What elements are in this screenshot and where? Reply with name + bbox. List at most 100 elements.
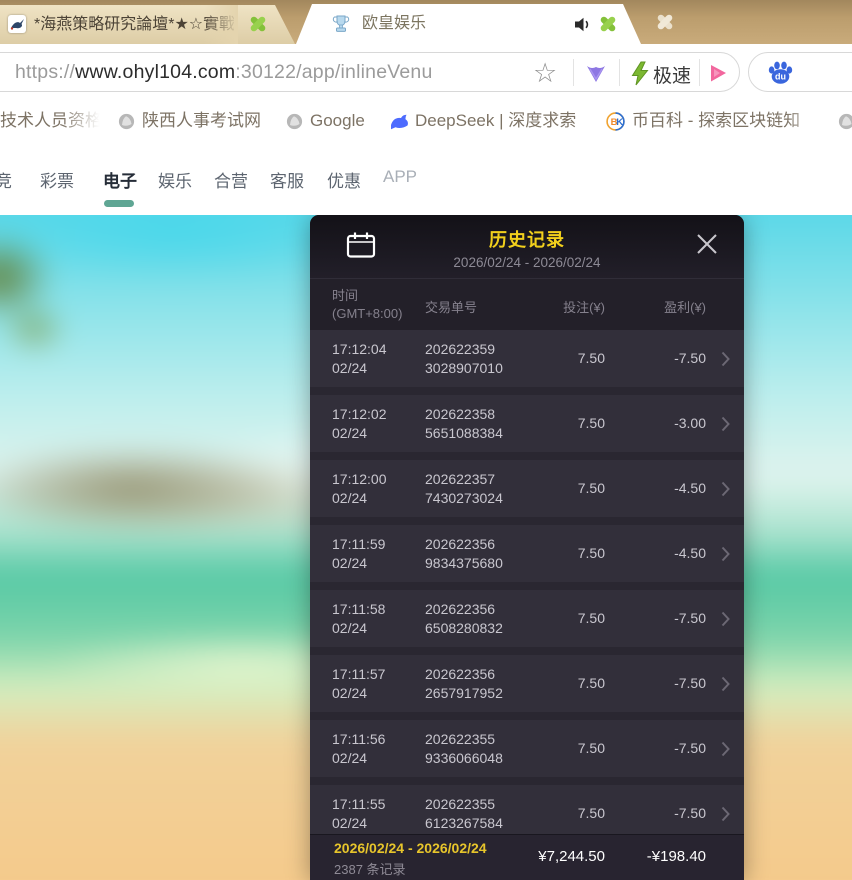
nav-item-partner[interactable]: 合营 (214, 167, 248, 192)
table-row[interactable]: 17:11:56 02/24 202622355 9336066048 7.50 -… (310, 720, 744, 777)
col-bet: 投注(¥) (563, 300, 605, 315)
cell-time: 17:12:02 02/24 (332, 406, 387, 441)
table-row[interactable]: 17:11:58 02/24 202622356 6508280832 7.50 -… (310, 590, 744, 647)
globe-icon (838, 113, 852, 135)
globe-icon (118, 113, 135, 135)
speed-mode-label[interactable]: 极速 (653, 61, 691, 88)
cell-time: 17:12:00 02/24 (332, 471, 387, 506)
cell-order-id: 202622357 7430273024 (425, 471, 503, 506)
divider (619, 59, 620, 86)
cell-profit: -7.50 (674, 805, 706, 821)
cell-order-id: 202622358 5651088384 (425, 406, 503, 441)
cell-profit: -7.50 (674, 350, 706, 366)
cell-time: 17:11:59 02/24 (332, 536, 386, 571)
chevron-right-icon (721, 546, 730, 567)
active-tab-underline (104, 200, 134, 207)
browser-window: *海燕策略研究論壇*★☆實戰 欧皇娱乐 https://www.ohyl104.… (0, 0, 852, 880)
cell-profit: -4.50 (674, 545, 706, 561)
site-nav: 电竞 彩票 电子 娱乐 合营 客服 优惠 APP (0, 143, 852, 215)
url-protocol: https:// (15, 61, 76, 83)
nav-item-app[interactable]: APP (383, 167, 417, 187)
cell-bet: 7.50 (577, 610, 605, 626)
chevron-right-icon (721, 676, 730, 697)
chevron-right-icon (721, 806, 730, 827)
divider (699, 59, 700, 86)
green-cross-icon[interactable] (248, 14, 268, 39)
calendar-icon[interactable] (346, 231, 376, 264)
bookmark-item[interactable]: 陕西人事考试网 (142, 100, 261, 142)
footer-record-count: 2387 条记录 (334, 862, 406, 877)
tab-haiyan[interactable]: *海燕策略研究論壇*★☆實戰 (0, 5, 295, 44)
chevron-right-icon (721, 611, 730, 632)
modal-header: 历史记录 2026/02/24 - 2026/02/24 (310, 215, 744, 278)
speed-lightning-icon[interactable] (629, 61, 651, 91)
cell-profit: -4.50 (674, 480, 706, 496)
url-path: :30122/app/inlineVenu (235, 61, 433, 83)
cell-profit: -7.50 (674, 610, 706, 626)
summary-footer: 2026/02/24 - 2026/02/24 2387 条记录 ¥7,244.… (310, 834, 744, 880)
cell-bet: 7.50 (577, 675, 605, 691)
baidu-paw-icon[interactable]: du (767, 60, 794, 91)
bk-coin-icon: B K (606, 112, 625, 136)
col-time: 时间 (GMT+8:00) (332, 288, 403, 321)
history-modal: 历史记录 2026/02/24 - 2026/02/24 时间 (GMT+8:00… (310, 215, 744, 880)
url-host: www.ohyl104.com (75, 61, 236, 83)
cell-order-id: 202622355 9336066048 (425, 731, 503, 766)
speaker-audio-icon[interactable] (574, 17, 592, 37)
chevron-right-icon (721, 481, 730, 502)
globe-icon (286, 113, 303, 135)
close-icon[interactable] (694, 231, 720, 262)
footer-total-bet: ¥7,244.50 (538, 848, 605, 865)
divider (573, 59, 574, 86)
bookmark-fade (62, 100, 106, 142)
table-row[interactable]: 17:11:59 02/24 202622356 9834375680 7.50 -… (310, 525, 744, 582)
col-profit: 盈利(¥) (664, 300, 706, 315)
cell-order-id: 202622359 3028907010 (425, 341, 503, 376)
nav-item-esports[interactable]: 电竞 (0, 167, 12, 192)
nav-item-service[interactable]: 客服 (270, 167, 304, 192)
chevron-right-icon (721, 351, 730, 372)
bookmark-item[interactable]: Google (310, 100, 365, 142)
svg-text:du: du (775, 72, 786, 82)
adblock-shield-icon[interactable] (585, 62, 607, 89)
trophy-favicon-icon (332, 14, 350, 39)
nav-item-lottery[interactable]: 彩票 (40, 167, 74, 192)
cell-order-id: 202622356 9834375680 (425, 536, 503, 571)
col-order: 交易单号 (425, 300, 478, 315)
cell-bet: 7.50 (577, 740, 605, 756)
url-text[interactable]: https://www.ohyl104.com:30122/app/inline… (15, 61, 433, 84)
cell-bet: 7.50 (577, 350, 605, 366)
table-row[interactable]: 17:12:00 02/24 202622357 7430273024 7.50 -… (310, 460, 744, 517)
search-box[interactable]: du (748, 52, 852, 92)
omnibox[interactable]: https://www.ohyl104.com:30122/app/inline… (0, 52, 740, 92)
tab-ouhuang-active[interactable]: 欧皇娱乐 (296, 4, 641, 44)
table-header: 时间 (GMT+8:00) 交易单号 投注(¥) 盈利(¥) (310, 278, 744, 330)
cell-profit: -7.50 (674, 675, 706, 691)
nav-item-slots-active[interactable]: 电子 (103, 167, 137, 192)
bookmark-star-icon[interactable]: ☆ (533, 55, 557, 91)
tab-bar: *海燕策略研究論壇*★☆實戰 欧皇娱乐 (0, 0, 852, 44)
table-row[interactable]: 17:12:04 02/24 202622359 3028907010 7.50 -… (310, 330, 744, 387)
bookmarks-bar: 技术人员资格 陕西人事考试网 Google DeepSeek | 深度求索 B … (0, 100, 852, 144)
cell-time: 17:11:58 02/24 (332, 601, 386, 636)
tab-title-fade (204, 5, 238, 44)
play-video-icon[interactable] (708, 63, 728, 88)
footer-total-profit: -¥198.40 (646, 848, 706, 865)
whale-deepseek-icon (389, 113, 410, 136)
table-row[interactable]: 17:11:57 02/24 202622356 2657917952 7.50 -… (310, 655, 744, 712)
cell-time: 17:11:55 02/24 (332, 796, 386, 831)
new-tab-button[interactable] (655, 12, 675, 32)
svg-text:K: K (616, 117, 623, 128)
nav-item-casino[interactable]: 娱乐 (158, 167, 192, 192)
table-row[interactable]: 17:12:02 02/24 202622358 5651088384 7.50 -… (310, 395, 744, 452)
bookmark-fade (786, 100, 830, 142)
nav-item-promo[interactable]: 优惠 (327, 167, 361, 192)
green-cross-icon[interactable] (598, 14, 618, 39)
cell-order-id: 202622356 2657917952 (425, 666, 503, 701)
bookmark-item[interactable]: DeepSeek | 深度求索 (415, 100, 576, 142)
cell-profit: -3.00 (674, 415, 706, 431)
address-bar-row: https://www.ohyl104.com:30122/app/inline… (0, 44, 852, 101)
cell-time: 17:11:57 02/24 (332, 666, 386, 701)
chevron-right-icon (721, 741, 730, 762)
chevron-right-icon (721, 416, 730, 437)
